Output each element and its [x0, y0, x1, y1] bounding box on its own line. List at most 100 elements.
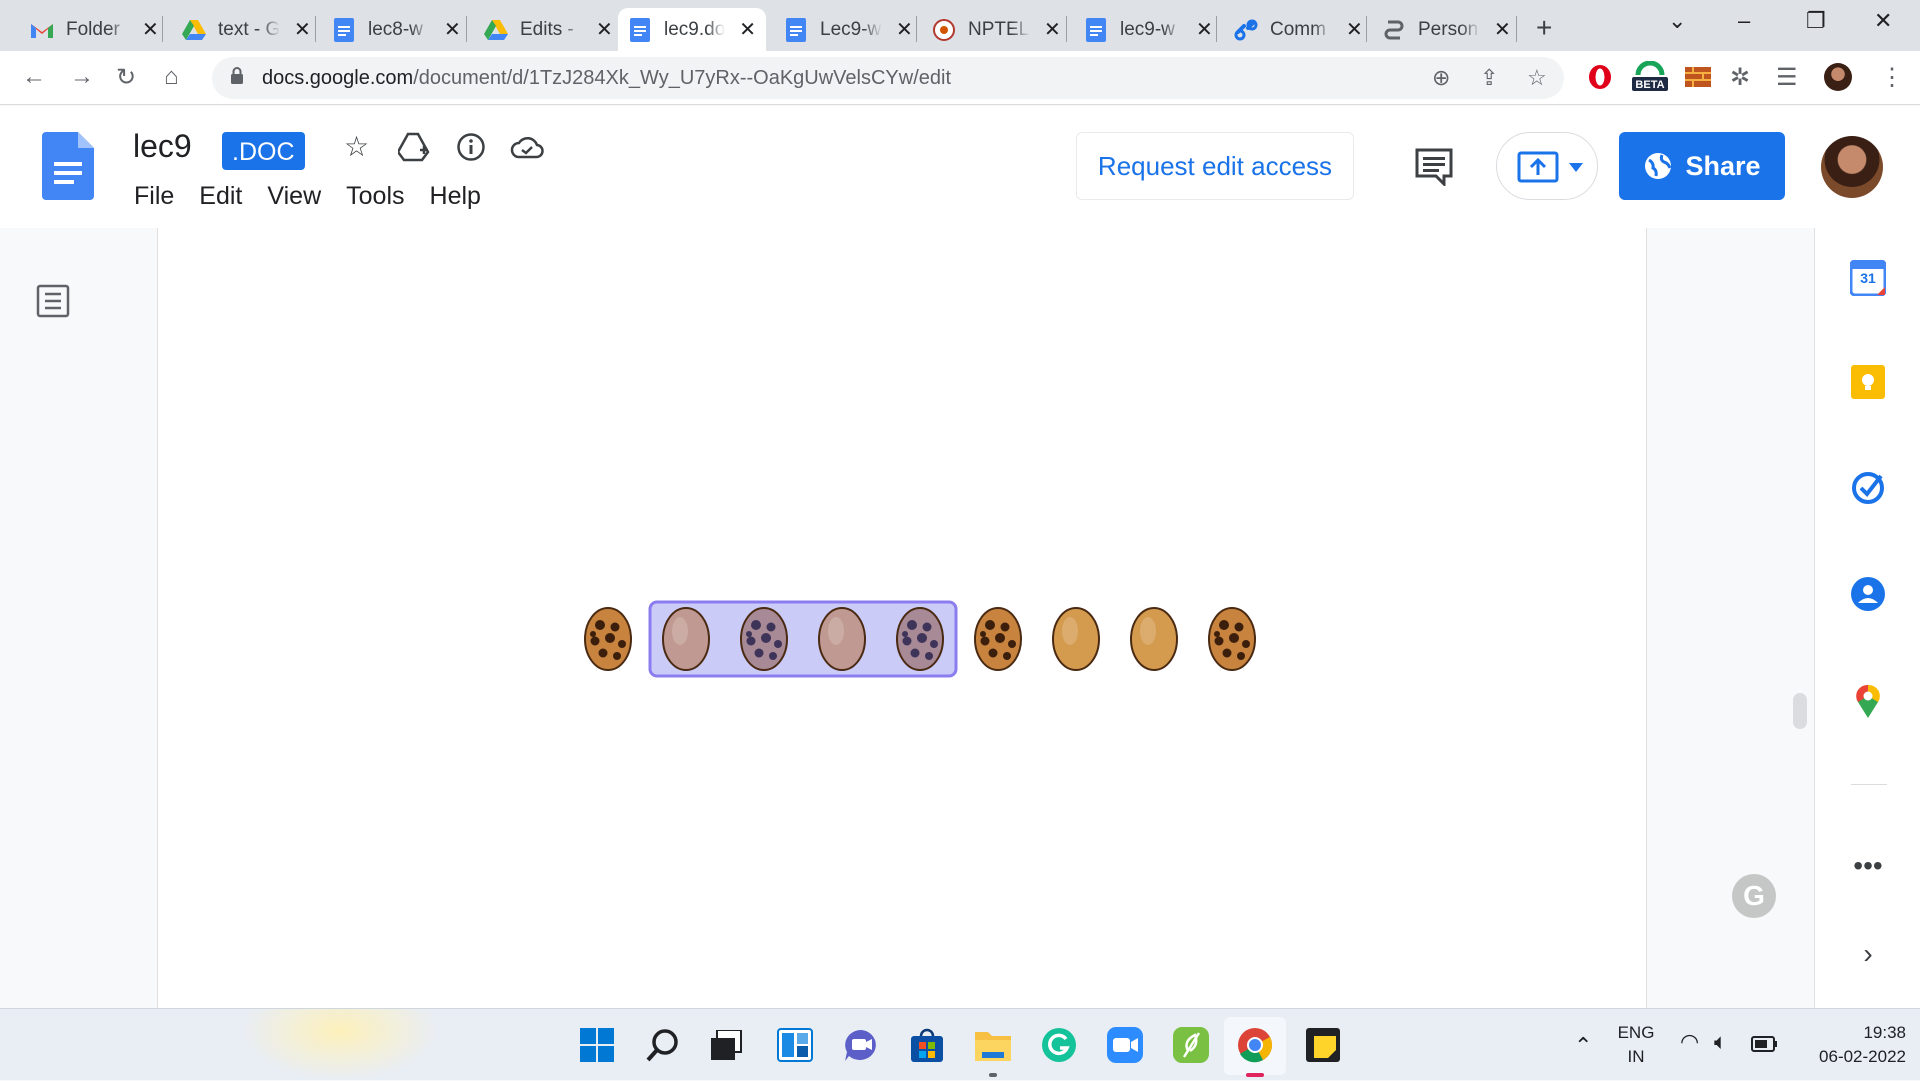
tab-lec8[interactable]: lec8-w ✕ — [322, 8, 471, 51]
cookie-icon[interactable] — [584, 607, 632, 671]
grammarly-icon[interactable] — [1040, 1026, 1078, 1064]
beta-extension-icon[interactable]: BETA — [1630, 61, 1670, 91]
chrome-icon[interactable] — [1236, 1026, 1274, 1064]
cookie-icon[interactable] — [740, 607, 788, 671]
account-avatar[interactable] — [1821, 136, 1883, 198]
menu-edit[interactable]: Edit — [199, 182, 242, 211]
request-edit-access-button[interactable]: Request edit access — [1076, 132, 1354, 200]
scrollbar-thumb[interactable] — [1793, 693, 1807, 729]
cookie-icon[interactable] — [974, 607, 1022, 671]
document-page[interactable] — [157, 228, 1647, 1008]
file-explorer-icon[interactable] — [974, 1026, 1012, 1064]
clock-date[interactable]: 06-02-2022 — [1776, 1047, 1906, 1067]
show-hidden-icons-chevron-icon[interactable]: ⌃ — [1574, 1033, 1592, 1059]
battery-icon[interactable] — [1750, 1035, 1778, 1053]
search-icon[interactable] — [644, 1026, 682, 1064]
new-tab-icon[interactable]: + — [1536, 12, 1552, 44]
tasks-icon[interactable] — [1850, 470, 1886, 506]
egg-icon[interactable] — [1052, 607, 1100, 671]
google-docs-logo-icon[interactable] — [42, 132, 94, 200]
tab-lec9-w2[interactable]: lec9-w ✕ — [1074, 8, 1223, 51]
microsoft-store-icon[interactable] — [908, 1026, 946, 1064]
zoom-meetings-icon[interactable] — [1106, 1026, 1144, 1064]
tab-nptel[interactable]: NPTEL ✕ — [922, 8, 1071, 51]
expand-icon[interactable]: › — [1850, 936, 1886, 972]
chevron-down-icon — [1569, 163, 1583, 172]
keep-icon[interactable] — [1850, 364, 1886, 400]
close-icon[interactable]: ✕ — [596, 17, 613, 42]
close-icon[interactable]: ✕ — [896, 17, 913, 42]
url-text[interactable]: docs.google.com/document/d/1TzJ284Xk_Wy_… — [262, 67, 951, 90]
more-icon[interactable]: ••• — [1850, 848, 1886, 884]
grammarly-button[interactable]: G — [1732, 874, 1776, 918]
close-window-icon[interactable]: ✕ — [1874, 8, 1892, 34]
menu-file[interactable]: File — [134, 182, 174, 211]
forward-icon[interactable]: → — [70, 63, 94, 91]
tab-person[interactable]: Person ✕ — [1372, 8, 1521, 51]
move-to-drive-icon[interactable] — [398, 132, 430, 162]
menu-help[interactable]: Help — [430, 182, 481, 211]
windows-start-icon[interactable] — [578, 1026, 616, 1064]
browser-menu-icon[interactable]: ⋮ — [1880, 63, 1904, 92]
feather-app-icon[interactable] — [1172, 1026, 1210, 1064]
tab-lec9-active[interactable]: lec9.do ✕ — [618, 8, 766, 51]
opera-extension-icon[interactable] — [1586, 63, 1614, 91]
close-icon[interactable]: ✕ — [1196, 17, 1213, 42]
maps-icon[interactable] — [1850, 682, 1886, 718]
close-icon[interactable]: ✕ — [142, 17, 159, 42]
close-icon[interactable]: ✕ — [294, 17, 311, 42]
tab-lec9-w[interactable]: Lec9-w ✕ — [774, 8, 923, 51]
close-icon[interactable]: ✕ — [1494, 17, 1511, 42]
document-outline-icon[interactable] — [36, 284, 70, 318]
task-view-icon[interactable] — [708, 1026, 746, 1064]
address-bar[interactable]: docs.google.com/document/d/1TzJ284Xk_Wy_… — [212, 57, 1564, 99]
cloud-status-icon[interactable] — [510, 134, 544, 160]
calendar-icon[interactable]: 31 — [1850, 260, 1886, 296]
clock-time[interactable]: 19:38 — [1816, 1023, 1906, 1043]
browser-tab-strip: Folder ✕ text - G ✕ lec8-w ✕ Edits - ✕ l… — [0, 0, 1920, 51]
egg-icon[interactable] — [662, 607, 710, 671]
cookie-icon[interactable] — [896, 607, 944, 671]
widgets-icon[interactable] — [776, 1026, 814, 1064]
media-control-icon[interactable]: ☰ — [1776, 63, 1798, 92]
close-icon[interactable]: ✕ — [739, 17, 756, 42]
lock-icon[interactable] — [230, 67, 244, 85]
tab-edits[interactable]: Edits - ✕ — [474, 8, 623, 51]
minimize-icon[interactable]: – — [1738, 8, 1750, 34]
menu-view[interactable]: View — [267, 182, 321, 211]
menu-tools[interactable]: Tools — [346, 182, 404, 211]
egg-icon[interactable] — [1130, 607, 1178, 671]
tab-text[interactable]: text - G ✕ — [172, 8, 321, 51]
back-icon[interactable]: ← — [22, 63, 46, 91]
share-button[interactable]: Share — [1619, 132, 1785, 200]
close-icon[interactable]: ✕ — [1044, 17, 1061, 42]
home-icon[interactable]: ⌂ — [164, 63, 179, 91]
tab-folder[interactable]: Folder ✕ — [20, 8, 169, 51]
comment-history-icon[interactable] — [1414, 146, 1454, 186]
close-icon[interactable]: ✕ — [1346, 17, 1363, 42]
egg-icon[interactable] — [818, 607, 866, 671]
close-icon[interactable]: ✕ — [444, 17, 461, 42]
contacts-icon[interactable] — [1850, 576, 1886, 612]
volume-icon[interactable]: 🔈︎ — [1714, 1029, 1727, 1055]
extensions-puzzle-icon[interactable]: ✲ — [1730, 63, 1750, 92]
bookmark-star-icon[interactable]: ☆ — [1527, 65, 1547, 91]
language-region[interactable]: IN — [1616, 1047, 1656, 1067]
document-details-icon[interactable] — [456, 132, 486, 162]
wifi-icon[interactable]: ◠ — [1680, 1029, 1699, 1055]
present-button[interactable] — [1496, 132, 1598, 200]
tab-comm[interactable]: Comm ✕ — [1224, 8, 1373, 51]
cookie-icon[interactable] — [1208, 607, 1256, 671]
restore-icon[interactable]: ❐ — [1806, 8, 1826, 34]
teams-chat-icon[interactable] — [842, 1026, 880, 1064]
profile-avatar[interactable] — [1824, 63, 1852, 91]
language-indicator[interactable]: ENG — [1616, 1023, 1656, 1043]
zoom-icon[interactable]: ⊕ — [1432, 65, 1450, 91]
document-title[interactable]: lec9 — [133, 128, 192, 165]
tab-search-chevron-icon[interactable]: ⌄ — [1668, 8, 1686, 34]
star-icon[interactable]: ☆ — [344, 130, 369, 163]
brick-extension-icon[interactable] — [1684, 63, 1712, 91]
reload-icon[interactable]: ↻ — [116, 63, 136, 92]
sticky-notes-icon[interactable] — [1304, 1026, 1342, 1064]
share-page-icon[interactable]: ⇪ — [1480, 65, 1498, 91]
